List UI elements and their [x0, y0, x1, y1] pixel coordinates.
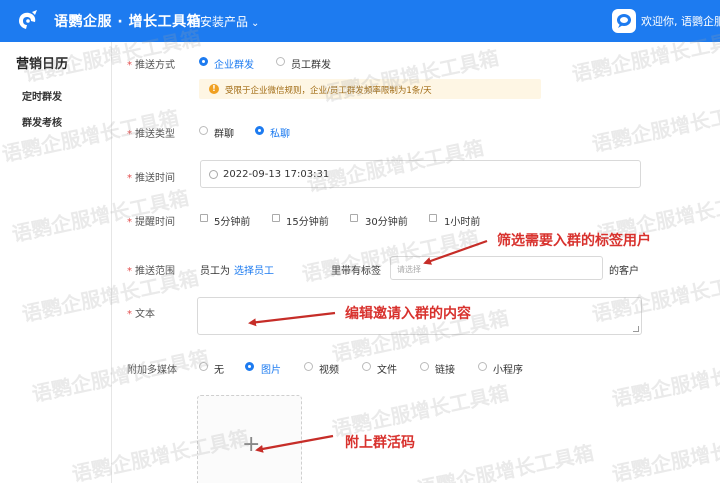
- checkbox-15min[interactable]: [272, 214, 280, 222]
- option-15min[interactable]: 15分钟前: [286, 213, 329, 228]
- tag-select-placeholder: 请选择: [397, 265, 421, 274]
- radio-private-chat[interactable]: [255, 126, 264, 135]
- radio-media-miniprogram[interactable]: [478, 362, 487, 371]
- text-label: * 文本: [127, 309, 155, 320]
- radio-media-none[interactable]: [199, 362, 208, 371]
- sidebar-item-broadcast-review[interactable]: 群发考核: [22, 114, 62, 129]
- radio-employee-broadcast[interactable]: [276, 57, 285, 66]
- push-type-label: * 推送类型: [127, 129, 175, 140]
- sidebar: 营销日历 定时群发 群发考核: [0, 42, 112, 483]
- plus-icon: +: [242, 432, 261, 457]
- media-label: 附加多媒体: [127, 365, 177, 376]
- push-time-label: * 推送时间: [127, 173, 175, 184]
- installed-products-label: 已安装产品: [188, 15, 249, 29]
- main-form: * 推送方式 企业群发 员工群发 ! 受限于企业微信规则，企业/员工群发频率限制为…: [113, 42, 720, 483]
- option-media-video[interactable]: 视频: [319, 361, 339, 376]
- push-scope-label: * 推送范围: [127, 266, 175, 277]
- option-5min[interactable]: 5分钟前: [214, 213, 250, 228]
- reminder-label: * 提醒时间: [127, 217, 175, 228]
- annotation-filter-tags: 筛选需要入群的标签用户: [497, 233, 651, 249]
- radio-media-image[interactable]: [245, 362, 254, 371]
- sidebar-item-scheduled-broadcast[interactable]: 定时群发: [22, 88, 62, 103]
- annotation-attach-qr: 附上群活码: [345, 435, 415, 451]
- option-media-none[interactable]: 无: [214, 361, 224, 376]
- top-bar: 语鹦企服 · 增长工具箱 已安装产品⌄ 欢迎你, 语鹦企服小: [0, 0, 720, 42]
- rule-notice-text: 受限于企业微信规则，企业/员工群发频率限制为1条/天: [225, 86, 432, 96]
- radio-enterprise-broadcast[interactable]: [199, 57, 208, 66]
- chat-bubble-icon: [617, 14, 631, 28]
- sidebar-title: 营销日历: [16, 57, 69, 72]
- resize-handle-icon[interactable]: [633, 326, 639, 332]
- checkbox-5min[interactable]: [200, 214, 208, 222]
- option-media-file[interactable]: 文件: [377, 361, 397, 376]
- avatar[interactable]: [612, 9, 636, 33]
- option-media-image[interactable]: 图片: [261, 361, 281, 376]
- staff-prefix: 员工为: [200, 266, 230, 277]
- push-time-picker[interactable]: 2022-09-13 17:03:31: [200, 160, 641, 188]
- option-employee-broadcast[interactable]: 员工群发: [291, 56, 331, 71]
- annotation-edit-text: 编辑邀请入群的内容: [345, 306, 471, 322]
- select-staff-link[interactable]: 选择员工: [234, 262, 274, 277]
- option-media-link[interactable]: 链接: [435, 361, 455, 376]
- push-time-value: 2022-09-13 17:03:31: [223, 169, 330, 180]
- option-enterprise-broadcast[interactable]: 企业群发: [214, 56, 254, 71]
- radio-media-video[interactable]: [304, 362, 313, 371]
- push-method-label: * 推送方式: [127, 60, 175, 71]
- checkbox-1hour[interactable]: [429, 214, 437, 222]
- chevron-down-icon: ⌄: [251, 18, 260, 29]
- tag-prefix: 里带有标签: [331, 266, 381, 277]
- installed-products-dropdown[interactable]: 已安装产品 ⌄: [188, 13, 259, 30]
- radio-group-chat[interactable]: [199, 126, 208, 135]
- tag-select[interactable]: 请选择: [390, 256, 603, 280]
- welcome-text: 欢迎你, 语鹦企服小: [641, 15, 720, 28]
- warning-icon: !: [209, 84, 219, 94]
- app-title: 语鹦企服 · 增长工具箱: [54, 14, 202, 30]
- option-30min[interactable]: 30分钟前: [365, 213, 408, 228]
- parrot-logo-icon: [19, 10, 37, 29]
- option-group-chat[interactable]: 群聊: [214, 125, 234, 140]
- radio-media-link[interactable]: [420, 362, 429, 371]
- rule-notice: ! 受限于企业微信规则，企业/员工群发频率限制为1条/天: [199, 79, 541, 99]
- radio-media-file[interactable]: [362, 362, 371, 371]
- option-media-miniprogram[interactable]: 小程序: [493, 361, 523, 376]
- option-1hour[interactable]: 1小时前: [444, 213, 480, 228]
- option-private-chat[interactable]: 私聊: [270, 125, 290, 140]
- checkbox-30min[interactable]: [350, 214, 358, 222]
- image-upload-box[interactable]: +: [197, 395, 302, 483]
- scope-suffix: 的客户: [609, 266, 639, 277]
- clock-icon: [209, 170, 218, 179]
